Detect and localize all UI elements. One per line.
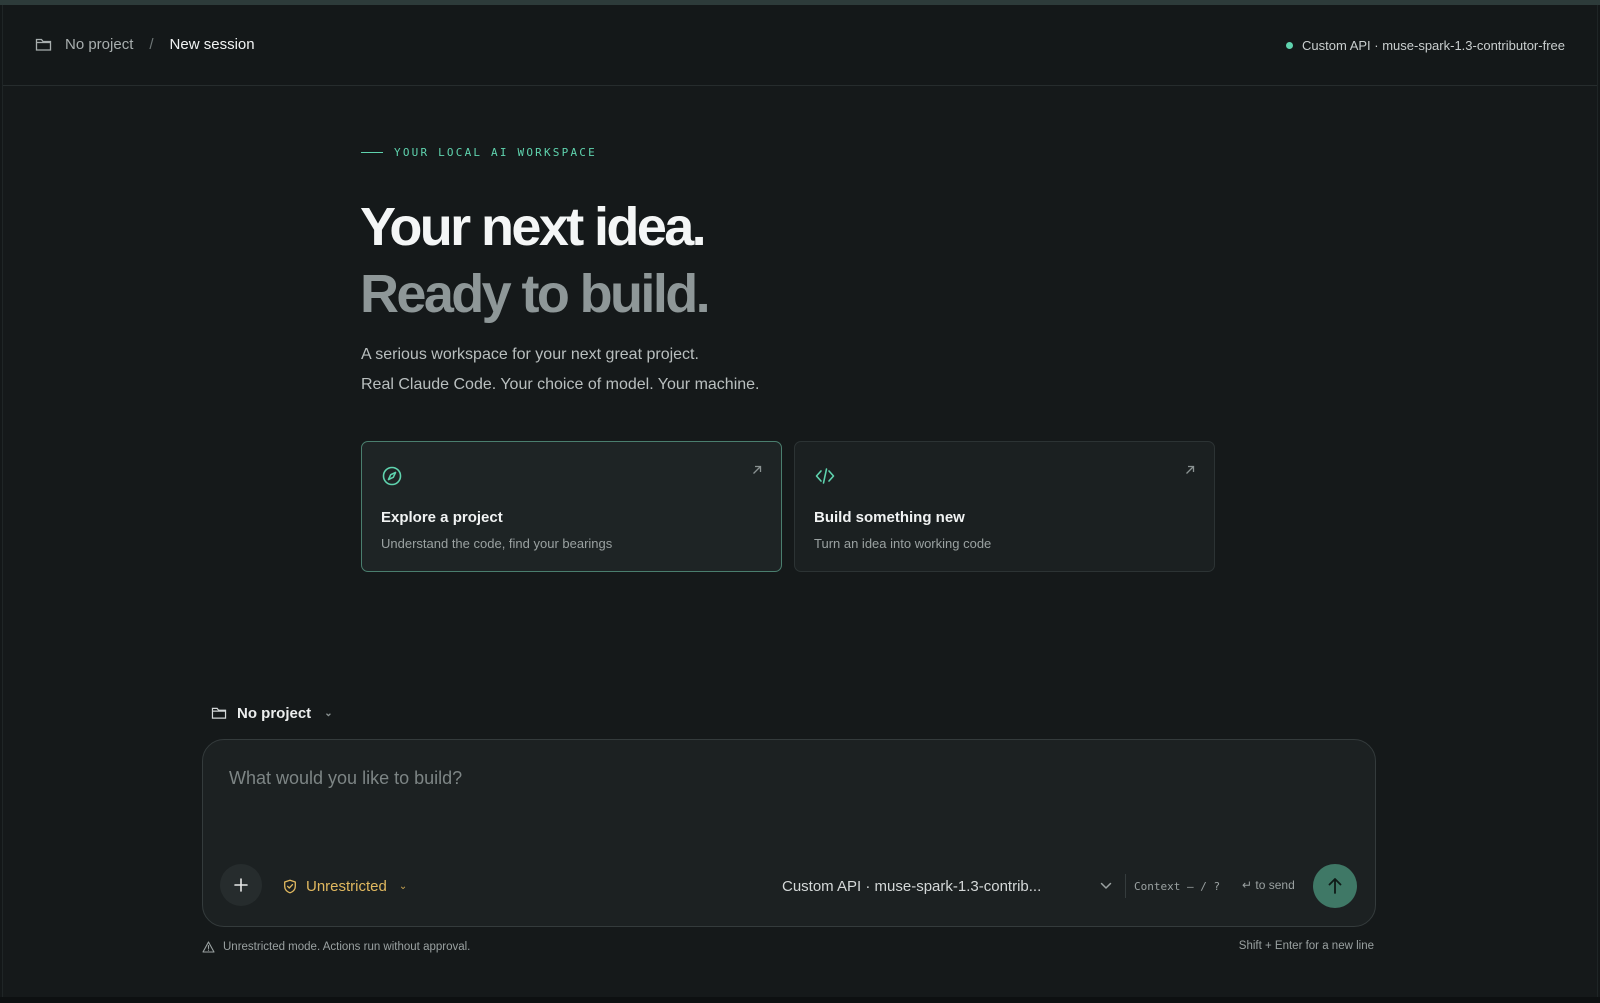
- permission-mode-label: Unrestricted: [306, 877, 387, 895]
- model-selector[interactable]: Custom API · muse-spark-1.3-contrib...: [782, 876, 1112, 896]
- model-selector-label: Custom API · muse-spark-1.3-contrib...: [782, 877, 1042, 895]
- arrow-up-right-icon: [753, 465, 762, 474]
- card-title: Explore a project: [381, 509, 503, 526]
- breadcrumb: No project / New session: [35, 33, 255, 55]
- composer-divider: [1125, 874, 1126, 898]
- mode-warning-text: Unrestricted mode. Actions run without a…: [223, 941, 471, 953]
- newline-hint: Shift + Enter for a new line: [1238, 940, 1374, 952]
- compass-icon: [382, 466, 402, 486]
- plus-icon: [234, 878, 248, 892]
- app-window: No project / New session Custom API · mu…: [0, 0, 1600, 1003]
- chevron-down-icon: ⌄: [398, 880, 408, 892]
- chevron-down-icon: [1100, 882, 1112, 889]
- eyebrow-text: YOUR LOCAL AI WORKSPACE: [394, 145, 597, 159]
- subtitle-line-1: A serious workspace for your next great …: [361, 346, 699, 363]
- warning-icon: [202, 941, 215, 953]
- project-selector[interactable]: No project ⌄: [211, 703, 333, 723]
- status-dot-icon: [1286, 41, 1294, 49]
- folder-icon: [35, 38, 52, 51]
- shield-check-icon: [284, 879, 296, 893]
- eyebrow: YOUR LOCAL AI WORKSPACE: [361, 145, 597, 159]
- mode-warning: Unrestricted mode. Actions run without a…: [202, 939, 470, 955]
- card-description: Understand the code, find your bearings: [381, 536, 613, 551]
- model-status-label: Custom API · muse-spark-1.3-contributor-…: [1302, 37, 1565, 53]
- breadcrumb-project[interactable]: No project: [65, 36, 133, 53]
- project-selector-label: No project: [237, 704, 312, 722]
- card-description: Turn an idea into working code: [814, 536, 992, 551]
- app-content: No project / New session Custom API · mu…: [2, 5, 1598, 997]
- context-indicator: Context — / ?: [1134, 880, 1221, 893]
- prompt-composer: What would you like to build? Unrestrict…: [202, 739, 1376, 927]
- headline-primary: Your next idea.: [360, 197, 707, 257]
- add-attachment-button[interactable]: [220, 864, 262, 906]
- card-title: Build something new: [814, 509, 965, 526]
- window-bottom-bar: [0, 997, 1600, 1003]
- top-header: No project / New session Custom API · mu…: [3, 5, 1597, 86]
- breadcrumb-session: New session: [169, 35, 255, 53]
- folder-icon: [211, 707, 227, 719]
- model-status[interactable]: Custom API · muse-spark-1.3-contributor-…: [1286, 37, 1565, 53]
- code-icon: [815, 468, 835, 484]
- build-new-card[interactable]: Build something new Turn an idea into wo…: [794, 441, 1215, 572]
- breadcrumb-separator: /: [149, 35, 154, 53]
- headline-secondary: Ready to build.: [360, 264, 711, 324]
- permission-mode-selector[interactable]: Unrestricted ⌄: [283, 876, 407, 896]
- subtitle-line-2: Real Claude Code. Your choice of model. …: [361, 376, 760, 393]
- arrow-up-icon: [1328, 878, 1342, 894]
- arrow-up-right-icon: [1186, 465, 1195, 474]
- prompt-input[interactable]: What would you like to build?: [229, 768, 462, 789]
- chevron-down-icon: ⌄: [324, 707, 333, 719]
- eyebrow-line: [361, 151, 383, 153]
- send-hint: ↵ to send: [1242, 878, 1295, 892]
- send-button[interactable]: [1313, 864, 1357, 908]
- explore-project-card[interactable]: Explore a project Understand the code, f…: [361, 441, 782, 572]
